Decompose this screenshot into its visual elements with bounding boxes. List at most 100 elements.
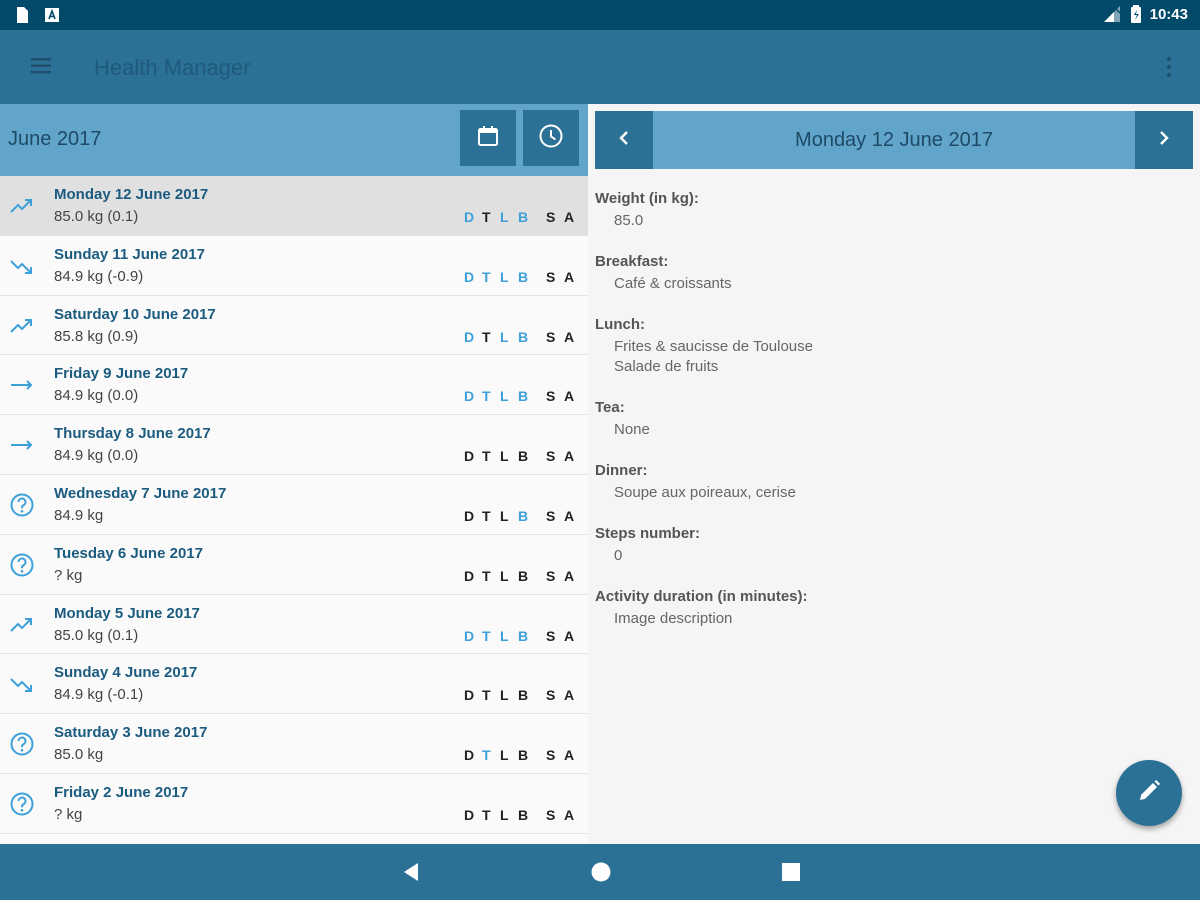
meal-indicator: T	[482, 747, 491, 764]
field-label: Activity duration (in minutes):	[595, 588, 808, 605]
trending-up-icon	[8, 312, 36, 340]
clock-button[interactable]	[523, 110, 579, 166]
back-icon[interactable]	[400, 860, 424, 884]
field-value: Frites & saucisse de Toulouse	[614, 338, 813, 355]
field-value: 85.0	[614, 212, 644, 229]
more-vert-icon[interactable]	[1164, 56, 1174, 78]
meal-indicator: S	[546, 687, 556, 704]
field-label: Lunch:	[595, 316, 645, 333]
previous-day-button[interactable]	[595, 111, 653, 169]
meal-indicator: D	[464, 448, 475, 465]
meal-indicator: D	[464, 388, 475, 405]
next-day-button[interactable]	[1135, 111, 1193, 169]
meal-indicator: D	[464, 627, 475, 644]
day-row[interactable]: Sunday 4 June 2017 84.9 kg (-0.1) D T L B S A	[0, 654, 588, 715]
calendar-button[interactable]	[460, 110, 516, 166]
day-title: Saturday 10 June 2017	[54, 305, 216, 323]
meal-indicator: S	[546, 747, 556, 764]
meal-indicator: S	[546, 567, 556, 584]
edit-pencil-icon	[1136, 778, 1162, 809]
meal-indicator: B	[518, 328, 529, 345]
app-bar: Health Manager	[0, 30, 1200, 104]
help-circle-icon	[8, 790, 36, 818]
meal-indicator: S	[546, 806, 556, 823]
day-row[interactable]: Monday 12 June 2017 85.0 kg (0.1) D T L B S A	[0, 176, 588, 236]
recents-icon[interactable]	[779, 860, 803, 884]
meal-indicator: B	[518, 448, 529, 465]
meal-indicator: B	[518, 268, 529, 285]
a-box-icon	[44, 6, 60, 24]
field-value: Soupe aux poireaux, cerise	[614, 484, 796, 501]
meal-indicator: S	[546, 388, 556, 405]
detail-field: Weight (in kg): 85.0	[595, 190, 1175, 231]
trending-flat-icon	[8, 371, 36, 399]
day-title: Friday 9 June 2017	[54, 365, 189, 383]
meal-indicator: B	[518, 567, 529, 584]
meal-indicator: L	[500, 448, 509, 465]
meal-indicators: DTLBSA	[464, 807, 582, 823]
meal-indicator: T	[482, 687, 491, 704]
day-title: Sunday 11 June 2017	[54, 245, 205, 263]
hamburger-icon[interactable]	[30, 56, 54, 76]
meal-indicators: DTLBSA	[464, 209, 582, 225]
meal-indicator: T	[482, 328, 491, 345]
trending-flat-icon	[8, 431, 36, 459]
document-icon	[14, 6, 30, 24]
day-weight: 84.9 kg (0.0)	[54, 387, 139, 405]
day-row[interactable]: Monday 5 June 2017 85.0 kg (0.1) D T L B S A	[0, 594, 588, 655]
day-row[interactable]: Thursday 8 June 2017 84.9 kg (0.0) D T L B S A	[0, 415, 588, 475]
day-title: Tuesday 6 June 2017	[54, 544, 203, 562]
day-title: Friday 2 June 2017	[54, 783, 189, 801]
field-value: Salade de fruits	[614, 358, 719, 375]
meal-indicator: A	[564, 806, 575, 823]
meal-indicator: D	[464, 567, 475, 584]
day-row[interactable]: Sunday 11 June 2017 84.9 kg (-0.9) D T L B S A	[0, 235, 588, 296]
day-row[interactable]: Saturday 10 June 2017 85.8 kg (0.9) D T L B S A	[0, 295, 588, 356]
meal-indicator: L	[500, 268, 509, 285]
home-icon[interactable]	[589, 860, 613, 884]
day-weight: 84.9 kg (-0.1)	[54, 686, 144, 704]
detail-field: Lunch: Frites & saucisse de Toulouse Salad…	[595, 316, 1175, 377]
detail-date-title: Monday 12 June 2017	[795, 129, 993, 151]
system-nav-bar	[0, 844, 1200, 900]
day-weight: 84.9 kg (-0.9)	[54, 267, 144, 285]
day-weight: 84.9 kg (0.0)	[54, 447, 139, 465]
day-row[interactable]: Wednesday 7 June 2017 84.9 kg D T L B S A	[0, 474, 588, 535]
calendar-icon	[476, 124, 500, 153]
day-row[interactable]: Saturday 3 June 2017 85.0 kg D T L B S A	[0, 714, 588, 774]
field-value: Image description	[614, 610, 733, 627]
meal-indicator: T	[482, 567, 491, 584]
detail-field: Breakfast: Café & croissants	[595, 253, 1175, 294]
day-list: Monday 12 June 2017 85.0 kg (0.1) D T L B S A Su…	[0, 176, 588, 834]
field-label: Breakfast:	[595, 253, 669, 270]
day-title: Saturday 3 June 2017	[54, 724, 208, 742]
day-title: Monday 5 June 2017	[54, 604, 200, 622]
day-detail-pane: Monday 12 June 2017 Weight (in kg): 85.0 B…	[588, 104, 1200, 844]
field-value: Café & croissants	[614, 275, 732, 292]
meal-indicator: S	[546, 448, 556, 465]
help-circle-icon	[8, 551, 36, 579]
day-row[interactable]: Friday 2 June 2017 ? kg D T L B S A	[0, 773, 588, 834]
meal-indicator: L	[500, 209, 509, 225]
meal-indicator: B	[518, 388, 529, 405]
day-weight: 85.0 kg (0.1)	[54, 208, 139, 225]
detail-field: Tea: None	[595, 399, 1175, 440]
meal-indicator: B	[518, 747, 529, 764]
edit-button[interactable]	[1116, 760, 1182, 826]
meal-indicator: B	[518, 507, 529, 524]
meal-indicator: T	[482, 388, 491, 405]
meal-indicator: D	[464, 747, 475, 764]
day-weight: 85.0 kg	[54, 746, 104, 764]
meal-indicator: D	[464, 687, 475, 704]
chevron-left-icon	[617, 129, 631, 152]
meal-indicator: B	[518, 627, 529, 644]
meal-indicator: A	[564, 268, 575, 285]
help-circle-icon	[8, 491, 36, 519]
day-row[interactable]: Tuesday 6 June 2017 ? kg D T L B S A	[0, 534, 588, 595]
meal-indicator: S	[546, 268, 556, 285]
day-row[interactable]: Friday 9 June 2017 84.9 kg (0.0) D T L B S A	[0, 355, 588, 416]
meal-indicator: T	[482, 268, 491, 285]
meal-indicator: L	[500, 388, 509, 405]
trending-down-icon	[8, 252, 36, 280]
meal-indicators: DTLBSA	[464, 687, 582, 703]
